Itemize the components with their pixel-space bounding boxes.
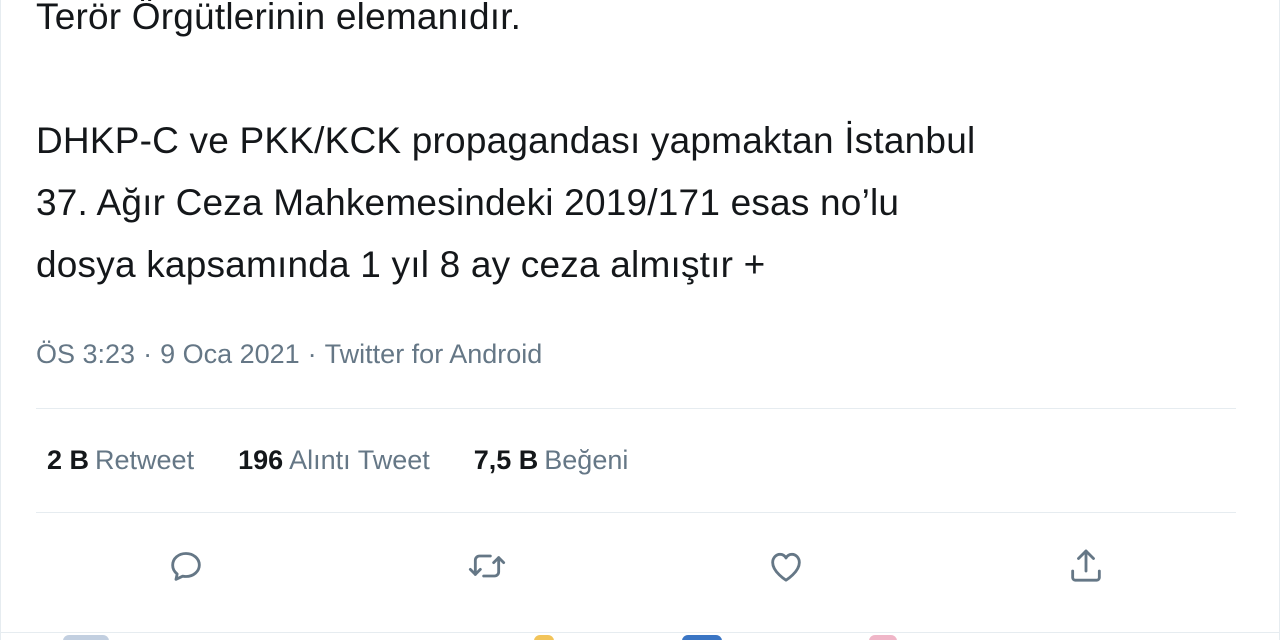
avatar [869, 635, 897, 640]
likes-label: Beğeni [544, 445, 629, 475]
retweet-icon [468, 554, 506, 578]
tweet-text-line: 37. Ağır Ceza Mahkemesindeki 2019/171 es… [36, 182, 900, 223]
tweet-time: ÖS 3:23 [36, 339, 136, 369]
retweets-stat[interactable]: 2 B Retweet [47, 442, 194, 478]
tweet-date: 9 Oca 2021 [160, 339, 300, 369]
retweet-button[interactable] [465, 544, 509, 588]
share-icon [1071, 549, 1101, 582]
avatar [534, 635, 554, 640]
quote-tweets-count: 196 [238, 445, 284, 475]
avatar [63, 635, 109, 640]
tweet-text-line: dosya kapsamında 1 yıl 8 ay ceza almıştı… [36, 244, 766, 285]
divider [36, 408, 1236, 409]
reply-button[interactable] [164, 544, 208, 588]
like-button[interactable] [764, 544, 808, 588]
retweets-label: Retweet [95, 445, 195, 475]
meta-separator: · [307, 339, 317, 369]
tweet-text-line: DHKP-C ve PKK/KCK propagandası yapmaktan… [36, 120, 976, 161]
tweet-meta: ÖS 3:23 · 9 Oca 2021 · Twitter for Android [36, 336, 542, 372]
tweet-detail: Terör Örgütlerinin elemanıdır. DHKP-C ve… [0, 0, 1280, 640]
tweet-text-line: Terör Örgütlerinin elemanıdır. [36, 0, 522, 37]
divider [36, 512, 1236, 513]
likes-count: 7,5 B [473, 445, 539, 475]
tweet-text: Terör Örgütlerinin elemanıdır. DHKP-C ve… [36, 0, 1236, 296]
likes-stat[interactable]: 7,5 B Beğeni [474, 442, 629, 478]
heart-icon [771, 552, 801, 582]
quote-tweets-label: Alıntı Tweet [289, 445, 430, 475]
tweet-timestamp[interactable]: ÖS 3:23 · 9 Oca 2021 [36, 339, 300, 369]
tweet-stats: 2 B Retweet 196 Alıntı Tweet 7,5 B Beğeni [47, 442, 628, 478]
reply-icon [171, 552, 201, 581]
tweet-source-link[interactable]: Twitter for Android [325, 339, 543, 369]
tweet-actions [1, 544, 1280, 588]
meta-separator: · [143, 339, 153, 369]
quote-tweets-stat[interactable]: 196 Alıntı Tweet [238, 442, 430, 478]
share-button[interactable] [1064, 544, 1108, 588]
next-row-avatars [1, 633, 1280, 640]
retweets-count: 2 B [47, 445, 90, 475]
avatar [682, 635, 722, 640]
